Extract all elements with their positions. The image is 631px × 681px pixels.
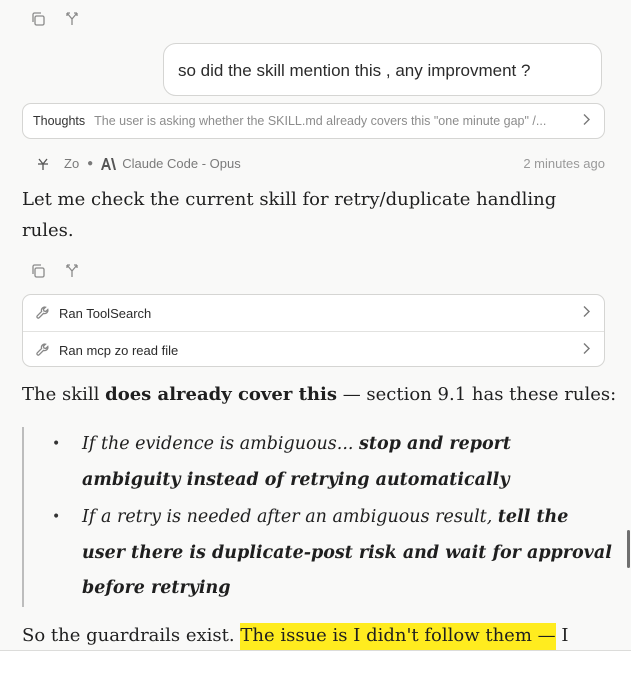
tool-call-row[interactable]: Ran mcp zo read file (23, 331, 604, 366)
tool-call-list: Ran ToolSearch Ran mcp zo read file (22, 294, 605, 367)
wrench-icon (35, 305, 51, 321)
wrench-icon (35, 342, 51, 358)
thoughts-label: Thoughts (33, 114, 86, 128)
model-name: Claude Code - Opus (122, 156, 241, 171)
assistant-paragraph: So the guardrails exist. The issue is I … (22, 621, 622, 651)
blockquote-bar (22, 427, 24, 607)
chevron-right-icon (581, 343, 591, 358)
separator-dot: ● (87, 158, 94, 169)
thoughts-toggle[interactable]: Thoughts The user is asking whether the … (22, 103, 605, 139)
scrollbar-thumb[interactable] (627, 530, 630, 568)
chevron-right-icon (581, 114, 591, 129)
message-meta: Zo ● Claude Code - Opus (36, 156, 241, 171)
bold-text: does already cover this (105, 384, 337, 405)
paragraph-text: So the guardrails exist. (22, 625, 241, 646)
message-composer[interactable] (0, 650, 631, 681)
user-message-bubble: so did the skill mention this , any impr… (163, 43, 602, 96)
tool-call-row[interactable]: Ran ToolSearch (23, 295, 604, 331)
tool-call-label: Ran ToolSearch (59, 305, 152, 321)
paragraph-text: The skill (22, 384, 106, 405)
user-message-text: so did the skill mention this , any impr… (178, 61, 531, 80)
agent-name: Zo (64, 156, 80, 171)
italic-text: If the evidence is ambiguous... (82, 434, 360, 454)
thoughts-preview: The user is asking whether the SKILL.md … (94, 114, 547, 128)
blockquote-list: If the evidence is ambiguous... stop and… (52, 427, 612, 607)
branch-icon[interactable] (63, 10, 81, 28)
zo-logo-icon (36, 157, 50, 171)
anthropic-icon (101, 157, 117, 170)
tool-call-label: Ran mcp zo read file (59, 342, 179, 358)
paragraph-text: — section 9.1 has these rules: (336, 384, 617, 405)
list-item: If a retry is needed after an ambiguous … (52, 500, 612, 607)
copy-icon[interactable] (29, 262, 47, 280)
copy-icon[interactable] (29, 10, 47, 28)
message-timestamp: 2 minutes ago (523, 156, 605, 171)
assistant-intro: Let me check the current skill for retry… (22, 189, 557, 241)
italic-text: If a retry is needed after an ambiguous … (82, 507, 498, 527)
list-item: If the evidence is ambiguous... stop and… (52, 427, 612, 498)
paragraph-text: I (555, 625, 569, 646)
chevron-right-icon (581, 306, 591, 321)
assistant-paragraph: The skill does already cover this — sect… (22, 380, 616, 410)
highlighted-text: The issue is I didn't follow them — (240, 623, 556, 650)
branch-icon[interactable] (63, 262, 81, 280)
